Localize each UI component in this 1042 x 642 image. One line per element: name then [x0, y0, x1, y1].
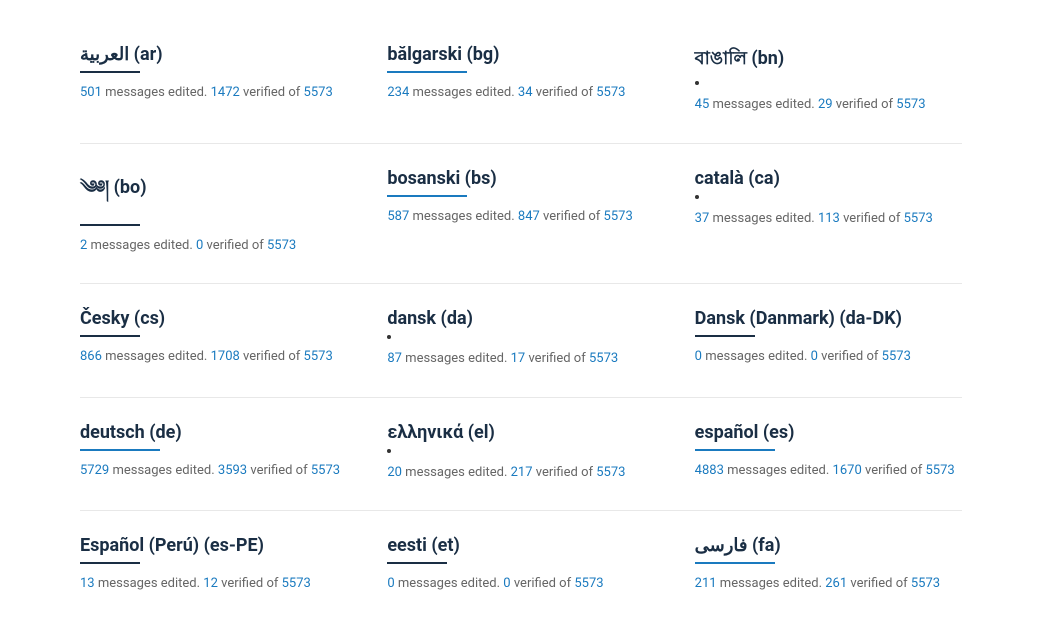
lang-card-ca[interactable]: català (ca) 37 messages edited. 113 verif…: [675, 144, 982, 284]
lang-underline-da-DK: [695, 335, 755, 337]
lang-title-de: deutsch (de): [80, 422, 347, 443]
lang-stats-bo: 2 messages edited. 0 verified of 5573: [80, 236, 347, 256]
lang-title-el: ελληνικά (el): [387, 422, 654, 443]
lang-stats-es: 4883 messages edited. 1670 verified of 5…: [695, 461, 962, 481]
lang-underline-bo: [80, 224, 140, 226]
lang-title-da-DK: Dansk (Danmark) (da-DK): [695, 308, 962, 329]
lang-underline-bg: [387, 71, 467, 73]
lang-title-fa: فارسی (fa): [695, 535, 962, 556]
lang-card-et[interactable]: eesti (et) 0 messages edited. 0 verified …: [367, 511, 674, 622]
lang-title-bg: bălgarski (bg): [387, 44, 654, 65]
lang-card-bn[interactable]: বাঙালি (bn) 45 messages edited. 29 verifi…: [675, 20, 982, 143]
languages-grid: العربية (ar) 501 messages edited. 1472 ve…: [60, 20, 982, 622]
lang-stats-bn: 45 messages edited. 29 verified of 5573: [695, 95, 962, 115]
lang-underline-es-PE: [80, 562, 140, 564]
lang-stats-da-DK: 0 messages edited. 0 verified of 5573: [695, 347, 962, 367]
lang-title-bo: ༄༅། (bo): [80, 168, 347, 218]
lang-card-el[interactable]: ελληνικά (el) 20 messages edited. 217 ver…: [367, 398, 674, 511]
lang-underline-et: [387, 562, 447, 564]
lang-underline-bs: [387, 195, 467, 197]
lang-stats-ar: 501 messages edited. 1472 verified of 55…: [80, 83, 347, 103]
lang-title-es: español (es): [695, 422, 962, 443]
lang-card-ar[interactable]: العربية (ar) 501 messages edited. 1472 ve…: [60, 20, 367, 143]
lang-card-fa[interactable]: فارسی (fa) 211 messages edited. 261 verif…: [675, 511, 982, 622]
lang-underline-fa: [695, 562, 775, 564]
lang-underline-bn: [695, 81, 699, 85]
lang-title-ar: العربية (ar): [80, 44, 347, 65]
lang-card-bg[interactable]: bălgarski (bg) 234 messages edited. 34 ve…: [367, 20, 674, 143]
lang-title-et: eesti (et): [387, 535, 654, 556]
lang-card-es-PE[interactable]: Español (Perú) (es-PE) 13 messages edited…: [60, 511, 367, 622]
lang-title-ca: català (ca): [695, 168, 962, 189]
lang-stats-et: 0 messages edited. 0 verified of 5573: [387, 574, 654, 594]
lang-card-bs[interactable]: bosanski (bs) 587 messages edited. 847 ve…: [367, 144, 674, 284]
lang-stats-bs: 587 messages edited. 847 verified of 557…: [387, 207, 654, 227]
lang-underline-ca: [695, 195, 699, 199]
lang-underline-ar: [80, 71, 140, 73]
lang-card-bo[interactable]: ༄༅། (bo) 2 messages edited. 0 verified of…: [60, 144, 367, 284]
lang-card-de[interactable]: deutsch (de) 5729 messages edited. 3593 v…: [60, 398, 367, 511]
lang-card-da-DK[interactable]: Dansk (Danmark) (da-DK) 0 messages edited…: [675, 284, 982, 397]
lang-stats-ca: 37 messages edited. 113 verified of 5573: [695, 209, 962, 229]
lang-card-cs[interactable]: Česky (cs) 866 messages edited. 1708 veri…: [60, 284, 367, 397]
lang-stats-el: 20 messages edited. 217 verified of 5573: [387, 463, 654, 483]
lang-stats-bg: 234 messages edited. 34 verified of 5573: [387, 83, 654, 103]
lang-stats-de: 5729 messages edited. 3593 verified of 5…: [80, 461, 347, 481]
lang-stats-fa: 211 messages edited. 261 verified of 557…: [695, 574, 962, 594]
lang-title-bs: bosanski (bs): [387, 168, 654, 189]
lang-underline-es: [695, 449, 775, 451]
lang-card-da[interactable]: dansk (da) 87 messages edited. 17 verifie…: [367, 284, 674, 397]
lang-stats-da: 87 messages edited. 17 verified of 5573: [387, 349, 654, 369]
lang-underline-cs: [80, 335, 140, 337]
lang-card-es[interactable]: español (es) 4883 messages edited. 1670 v…: [675, 398, 982, 511]
lang-title-da: dansk (da): [387, 308, 654, 329]
lang-stats-es-PE: 13 messages edited. 12 verified of 5573: [80, 574, 347, 594]
lang-title-es-PE: Español (Perú) (es-PE): [80, 535, 347, 556]
lang-stats-cs: 866 messages edited. 1708 verified of 55…: [80, 347, 347, 367]
lang-title-bn: বাঙালি (bn): [695, 44, 962, 75]
lang-underline-da: [387, 335, 391, 339]
lang-underline-el: [387, 449, 391, 453]
lang-underline-de: [80, 449, 160, 451]
lang-title-cs: Česky (cs): [80, 308, 347, 329]
